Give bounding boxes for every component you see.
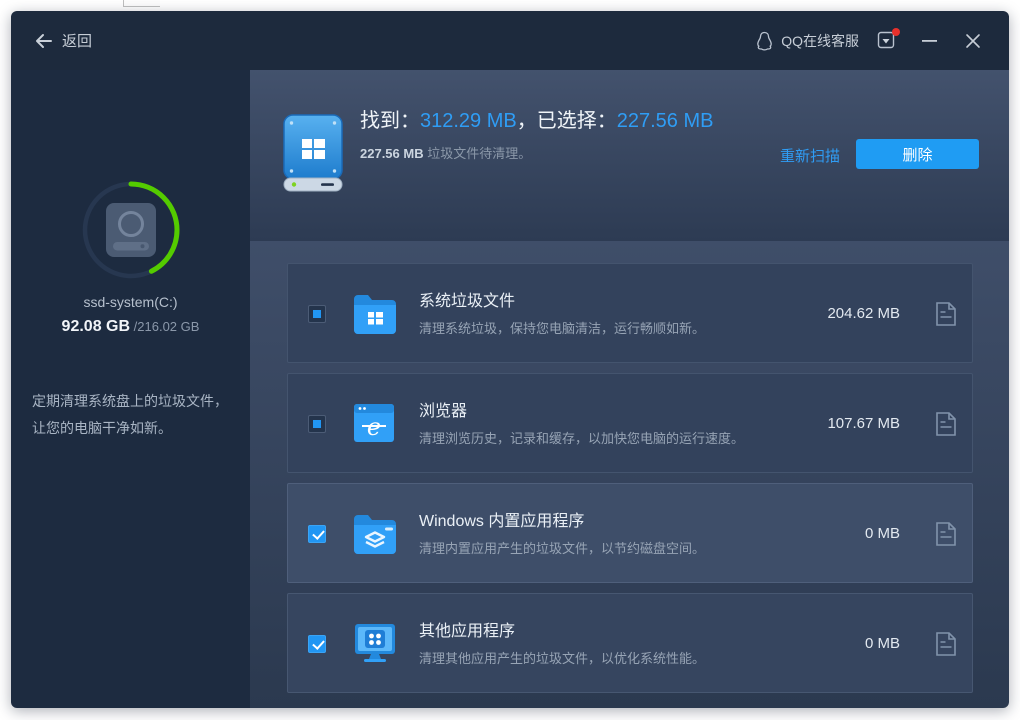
row-title: 浏览器 (419, 397, 467, 421)
notification-dot (892, 28, 900, 36)
minimize-icon (922, 39, 937, 43)
row-description: 清理浏览历史，记录和缓存，以加快您电脑的运行速度。 (419, 428, 744, 447)
summary-strong: 227.56 MB (360, 146, 424, 161)
row-checkbox[interactable] (308, 635, 326, 653)
row-size: 0 MB (865, 525, 900, 542)
blue-drive-icon (283, 114, 343, 193)
row-size: 107.67 MB (827, 415, 900, 432)
sidebar: ssd-system(C:) 92.08 GB /216.02 GB 定期清理系… (11, 70, 250, 708)
cleanup-list: 系统垃圾文件 清理系统垃圾，保持您电脑清洁，运行畅顺如新。 204.62 MB (250, 241, 1009, 708)
disk-usage-ring (81, 180, 181, 280)
summary-line: 227.56 MB 垃圾文件待清理。 (360, 143, 728, 162)
disk-used: 92.08 GB (62, 318, 130, 335)
scan-summary-header: 找到：312.29 MB，已选择：227.56 MB 227.56 MB 垃圾文… (250, 70, 1009, 241)
update-button[interactable] (877, 31, 899, 51)
file-detail-icon[interactable] (935, 411, 957, 437)
cleanup-row-system-junk[interactable]: 系统垃圾文件 清理系统垃圾，保持您电脑清洁，运行畅顺如新。 204.62 MB (287, 263, 973, 363)
titlebar: 返回 QQ在线客服 (11, 11, 1009, 70)
close-icon (965, 33, 981, 49)
file-detail-icon[interactable] (935, 301, 957, 327)
row-title: 系统垃圾文件 (419, 287, 515, 311)
summary-rest: 垃圾文件待清理。 (424, 146, 532, 161)
rescan-link[interactable]: 重新扫描 (780, 145, 840, 166)
disk-name: ssd-system(C:) (83, 294, 177, 310)
builtin-apps-folder-icon (352, 512, 398, 554)
row-description: 清理内置应用产生的垃圾文件，以节约磁盘空间。 (419, 538, 705, 557)
cleanup-row-builtin-apps[interactable]: Windows 内置应用程序 清理内置应用产生的垃圾文件，以节约磁盘空间。 0 … (287, 483, 973, 583)
main-panel: 找到：312.29 MB，已选择：227.56 MB 227.56 MB 垃圾文… (250, 70, 1009, 708)
row-size: 204.62 MB (827, 305, 900, 322)
cleanup-row-other-apps[interactable]: 其他应用程序 清理其他应用产生的垃圾文件，以优化系统性能。 0 MB (287, 593, 973, 693)
row-title: Windows 内置应用程序 (419, 507, 584, 531)
app-window: 返回 QQ在线客服 (11, 11, 1009, 708)
selected-value-unit: MB (683, 110, 713, 132)
close-button[interactable] (959, 27, 987, 55)
delete-button[interactable]: 删除 (856, 139, 979, 169)
cleanup-row-browser[interactable]: e 浏览器 清理浏览历史，记录和缓存，以加快您电脑的运行速度。 107.67 M… (287, 373, 973, 473)
row-description: 清理系统垃圾，保持您电脑清洁，运行畅顺如新。 (419, 318, 705, 337)
row-title: 其他应用程序 (419, 617, 515, 641)
minimize-button[interactable] (915, 27, 943, 55)
desktop-artifact (123, 0, 160, 7)
row-checkbox[interactable] (308, 305, 326, 323)
other-apps-monitor-icon (352, 622, 398, 664)
system-junk-folder-icon (352, 292, 398, 334)
file-detail-icon[interactable] (935, 631, 957, 657)
disk-usage: 92.08 GB /216.02 GB (62, 318, 200, 336)
found-value: 312.29 MB (420, 110, 517, 132)
qq-service-button[interactable]: QQ在线客服 (755, 31, 859, 51)
qq-penguin-icon (755, 31, 774, 51)
back-button[interactable]: 返回 (33, 30, 92, 51)
row-description: 清理其他应用产生的垃圾文件，以优化系统性能。 (419, 648, 705, 667)
row-checkbox[interactable] (308, 525, 326, 543)
row-checkbox[interactable] (308, 415, 326, 433)
selected-label: ，已选择： (517, 110, 617, 132)
found-line: 找到：312.29 MB，已选择：227.56 MB (360, 106, 728, 137)
scan-summary-text: 找到：312.29 MB，已选择：227.56 MB 227.56 MB 垃圾文… (360, 106, 728, 162)
found-label: 找到： (360, 110, 420, 132)
disk-total: /216.02 GB (134, 319, 200, 334)
browser-icon: e (352, 402, 396, 444)
qq-service-label: QQ在线客服 (781, 31, 859, 51)
row-size: 0 MB (865, 635, 900, 652)
hard-drive-icon (106, 203, 156, 257)
back-label: 返回 (62, 30, 92, 51)
sidebar-description: 定期清理系统盘上的垃圾文件，让您的电脑干净如新。 (11, 388, 250, 442)
back-arrow-icon (33, 33, 53, 49)
file-detail-icon[interactable] (935, 521, 957, 547)
selected-value: 227.56 (617, 110, 678, 132)
